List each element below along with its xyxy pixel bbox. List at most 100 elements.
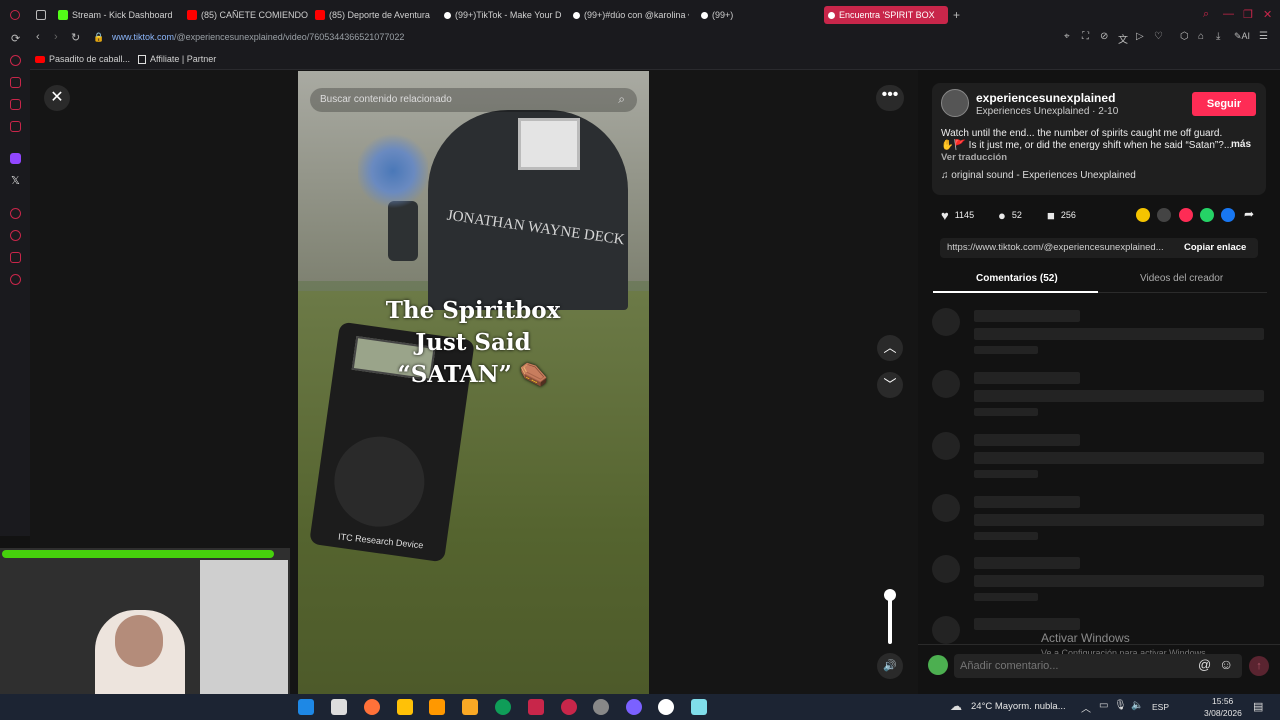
edge-icon[interactable] — [495, 699, 511, 715]
notifications-icon[interactable]: ▤ — [1253, 700, 1263, 713]
tab-tiktok-2[interactable]: (99+)#dúo con @karolina • — [573, 6, 689, 24]
sidebar-clock-icon[interactable] — [10, 208, 21, 219]
notepad-icon[interactable] — [691, 699, 707, 715]
sidebar-history-icon[interactable] — [10, 230, 21, 241]
next-video-button[interactable]: ﹀ — [877, 372, 903, 398]
embed-icon[interactable] — [1157, 208, 1171, 222]
tab-tiktok-3[interactable]: (99+) — [701, 6, 761, 24]
volume-slider-handle[interactable] — [884, 589, 896, 601]
more-options-button[interactable]: ••• — [876, 85, 904, 111]
emoji-icon[interactable]: ☺ — [1219, 656, 1233, 672]
taskbar-app-4-icon[interactable] — [397, 699, 413, 715]
adblock-icon[interactable]: ⊘ — [1100, 31, 1108, 42]
sidebar-player-icon[interactable] — [10, 121, 21, 132]
author-avatar[interactable] — [941, 89, 969, 117]
comment-count: 52 — [1011, 210, 1022, 220]
reload-icon[interactable]: ↻ — [71, 31, 80, 44]
sidebar-extensions-icon[interactable] — [10, 252, 21, 263]
tray-chevron-icon[interactable]: ︿ — [1081, 700, 1091, 715]
tiktok-icon — [573, 11, 580, 19]
play-icon[interactable]: ▷ — [1136, 31, 1144, 42]
whatsapp-icon[interactable] — [1200, 208, 1214, 222]
tab-active-tiktok[interactable]: Encuentra 'SPIRIT BOX — [824, 6, 948, 24]
network-icon[interactable]: ▭ — [1099, 700, 1108, 711]
related-search-input[interactable]: Buscar contenido relacionado ⌕ — [310, 88, 637, 112]
weather-text[interactable]: 24°C Mayorm. nubla... — [971, 701, 1066, 712]
previous-video-button[interactable]: ︿ — [877, 335, 903, 361]
vlc-icon[interactable] — [429, 699, 445, 715]
sidebar-home-icon[interactable] — [10, 55, 21, 66]
sidebar-x-icon[interactable]: 𝕏 — [11, 174, 20, 187]
menu-icon[interactable]: ☰ — [1259, 31, 1268, 42]
minimize-icon[interactable]: — — [1223, 8, 1234, 20]
follow-button[interactable]: Seguir — [1192, 92, 1256, 116]
obs-icon[interactable] — [593, 699, 609, 715]
taskbar-app-1-icon[interactable] — [298, 699, 314, 715]
search-tabs-icon[interactable]: ⌕ — [1203, 8, 1209, 21]
forward-icon[interactable]: › — [54, 31, 58, 43]
see-translation-link[interactable]: Ver traducción — [941, 152, 1007, 163]
webcam-shelf-image — [200, 560, 288, 694]
user-avatar[interactable] — [928, 655, 948, 675]
comment-button[interactable]: ● 52 — [998, 207, 1022, 223]
taskbar-app-8-icon[interactable] — [528, 699, 544, 715]
taskbar-app-2-icon[interactable] — [331, 699, 347, 715]
tab-comments[interactable]: Comentarios (52) — [976, 273, 1058, 284]
language-indicator[interactable]: ESP — [1152, 702, 1169, 712]
clock-time[interactable]: 15:56 — [1212, 696, 1233, 706]
music-link[interactable]: ♫ original sound - Experiences Unexplain… — [941, 170, 1136, 181]
tab-youtube-1[interactable]: (85) CAÑETE COMIENDO • — [187, 6, 310, 24]
pin-icon[interactable]: ⌖ — [1064, 31, 1070, 42]
tab-youtube-2[interactable]: (85) Deporte de Aventura • — [315, 6, 432, 24]
maximize-icon[interactable]: ❐ — [1243, 8, 1253, 21]
sidebar-chat-icon[interactable] — [10, 99, 21, 110]
heart-icon[interactable]: ♡ — [1154, 31, 1163, 42]
microphone-icon[interactable]: 🎙 — [1114, 700, 1127, 711]
ai-icon[interactable]: ✎AI — [1234, 31, 1250, 42]
file-explorer-icon[interactable] — [462, 699, 478, 715]
youtube-icon — [35, 55, 45, 63]
taskbar-app-11-icon[interactable] — [626, 699, 642, 715]
tab-creator-videos[interactable]: Videos del creador — [1140, 273, 1223, 284]
opera-logo-icon[interactable] — [10, 10, 20, 20]
copy-link-button[interactable]: Copiar enlace — [1184, 242, 1246, 253]
sidebar-settings-icon[interactable] — [10, 274, 21, 285]
bookmark-affiliate[interactable]: Affiliate | Partner — [138, 54, 216, 64]
tab-kick[interactable]: Stream - Kick Dashboard — [58, 6, 183, 24]
new-tab-icon[interactable]: + — [953, 8, 960, 22]
firefox-icon[interactable] — [364, 699, 380, 715]
wallet-icon[interactable]: ⌂ — [1198, 31, 1204, 42]
description-more-link[interactable]: más — [1231, 139, 1251, 150]
volume-button[interactable]: 🔊 — [877, 653, 903, 679]
speaker-icon[interactable]: 🔈 — [1131, 700, 1143, 711]
share-friends-icon[interactable] — [1136, 208, 1150, 222]
media-player-icon[interactable] — [658, 699, 674, 715]
url-text[interactable]: www.tiktok.com/@experiencesunexplained/v… — [112, 32, 404, 42]
clock-date[interactable]: 3/08/2026 — [1204, 708, 1242, 718]
mention-icon[interactable]: @ — [1198, 657, 1211, 672]
close-video-button[interactable]: ✕ — [44, 85, 70, 111]
send-comment-button[interactable]: ↑ — [1249, 656, 1269, 676]
download-icon[interactable]: ⤓ — [1216, 31, 1220, 42]
translate-icon[interactable]: 文 — [1118, 31, 1128, 46]
save-button[interactable]: ■ 256 — [1047, 207, 1076, 223]
video-link-text[interactable]: https://www.tiktok.com/@experiencesunexp… — [947, 242, 1173, 253]
extensions-icon[interactable]: ⬡ — [1180, 31, 1189, 42]
flowers-image — [358, 131, 428, 211]
author-username[interactable]: experiencesunexplained — [976, 91, 1115, 105]
back-icon[interactable]: ‹ — [36, 31, 40, 43]
bookmark-pasadito[interactable]: Pasadito de caball... — [35, 54, 130, 64]
like-button[interactable]: ♥ 1145 — [941, 207, 974, 223]
snapshot-icon[interactable]: ⛶ — [1082, 31, 1089, 42]
window-close-icon[interactable]: ✕ — [1263, 8, 1272, 21]
opera-icon[interactable] — [561, 699, 577, 715]
tab-tiktok-1[interactable]: (99+)TikTok - Make Your D — [444, 6, 562, 24]
reload-left-icon[interactable]: ⟳ — [11, 32, 20, 45]
skeleton-avatar — [932, 308, 960, 336]
workspaces-icon[interactable] — [36, 10, 46, 20]
sidebar-bag-icon[interactable] — [10, 77, 21, 88]
sidebar-twitch-icon[interactable] — [10, 153, 21, 164]
share-arrow-icon[interactable]: ➦ — [1244, 207, 1254, 221]
facebook-icon[interactable] — [1221, 208, 1235, 222]
share-send-icon[interactable] — [1179, 208, 1193, 222]
